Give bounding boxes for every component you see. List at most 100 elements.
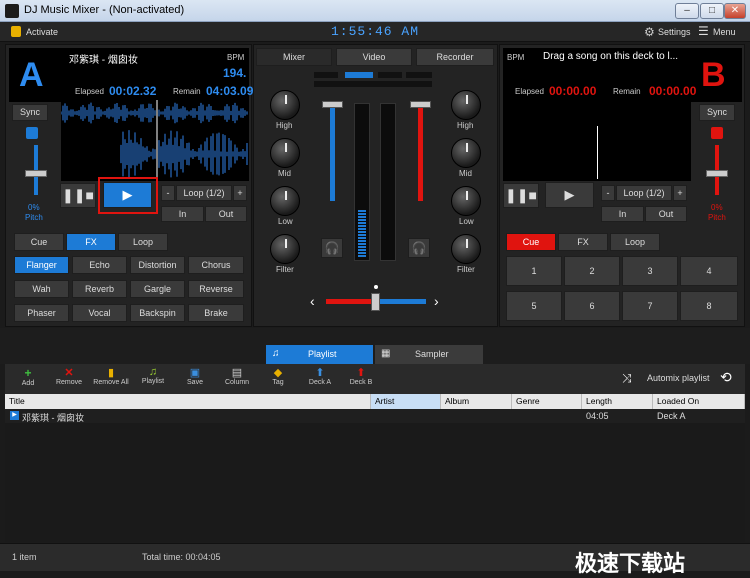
fx-button[interactable]: Flanger [14,256,69,274]
tab-recorder[interactable]: Recorder [416,48,494,66]
fx-button[interactable]: Brake [188,304,244,322]
column-header-title[interactable]: Title [5,394,371,409]
deck-a-loop-button[interactable]: Loop (1/2) [176,185,232,201]
fx-button[interactable]: Distortion [130,256,185,274]
table-row[interactable]: ▶ 邓紫琪 - 烟囱妆 04:05 Deck A [5,409,745,423]
deck-b-tab-loop[interactable]: Loop [610,233,660,251]
deck-b-tab-cue[interactable]: Cue [506,233,556,251]
deck-a-lock-icon[interactable] [26,127,38,139]
cue-pad[interactable]: 8 [680,291,738,321]
deck-b-pitch-handle[interactable] [706,170,728,177]
cue-pad[interactable]: 2 [564,256,620,286]
deck-a-tab-cue[interactable]: Cue [14,233,64,251]
fx-button[interactable]: Vocal [72,304,127,322]
deck-b-filter-knob[interactable] [451,234,481,264]
settings-button[interactable]: Settings [658,27,691,37]
fx-button[interactable]: Wah [14,280,69,298]
maximize-button[interactable]: □ [700,3,724,19]
deck-a-out-button[interactable]: Out [205,206,247,222]
close-button[interactable]: ✕ [724,3,746,19]
tag-button[interactable]: ◆ Tag [258,366,298,386]
crossfader-right-icon[interactable]: › [434,293,439,309]
deck-b-sync-button[interactable]: Sync [699,104,735,121]
watermark-text: 极速下载站 [575,552,686,577]
save-button[interactable]: ▣ Save [175,366,215,386]
tab-mixer[interactable]: Mixer [256,48,332,66]
cue-pad[interactable]: 5 [506,291,562,321]
deck-a-waveform[interactable] [61,100,249,181]
fx-button[interactable]: Gargle [130,280,185,298]
deck-b-load-button[interactable]: ⬆ Deck B [341,366,381,386]
column-header-album[interactable]: Album [441,394,512,409]
deck-a-tab-fx[interactable]: FX [66,233,116,251]
row-length: 04:05 [586,411,609,421]
remove-all-button[interactable]: ▮ Remove All [91,366,131,386]
deck-a-display: A 邓紫琪 - 烟囱妆 BPM 194. Elapsed 00:02.32 Re… [9,48,253,102]
activate-button[interactable]: Activate [26,27,58,37]
column-header-length[interactable]: Length [582,394,653,409]
deck-a-volume-fader[interactable] [330,103,335,201]
fx-button[interactable]: Chorus [188,256,244,274]
deck-b-loop-plus-button[interactable]: + [673,185,687,201]
remove-button[interactable]: ✕ Remove [49,366,89,386]
fx-button[interactable]: Backspin [130,304,185,322]
column-button[interactable]: ▤ Column [217,366,257,386]
deck-b-play-button[interactable]: ▶ [545,182,594,208]
minimize-button[interactable]: – [675,3,699,19]
menu-button[interactable]: Menu [713,27,736,37]
deck-b-volume-handle[interactable] [410,101,431,108]
deck-b-headphones-icon[interactable]: 🎧 [408,238,430,258]
deck-b-tab-fx[interactable]: FX [558,233,608,251]
deck-a-high-knob[interactable] [270,90,300,120]
deck-a-play-button[interactable]: ▶ [103,182,152,208]
crossfader-left-track[interactable] [326,299,374,304]
deck-a-volume-handle[interactable] [322,101,343,108]
deck-a-loop-plus-button[interactable]: + [233,185,247,201]
tab-sampler[interactable]: ▦ Sampler [375,345,483,364]
deck-b-pause-stop-button[interactable]: ❚❚■ [503,183,539,208]
deck-a-mid-knob[interactable] [270,138,300,168]
automix-button[interactable]: Automix playlist [647,373,710,383]
deck-a-loop-minus-button[interactable]: - [161,185,175,201]
deck-b-high-knob[interactable] [451,90,481,120]
cue-pad[interactable]: 6 [564,291,620,321]
deck-b-lock-icon[interactable] [711,127,723,139]
column-header-loaded-on[interactable]: Loaded On [653,394,745,409]
crossfader-handle[interactable] [371,293,380,311]
tab-sampler-label: Sampler [415,349,449,359]
cue-pad[interactable]: 3 [622,256,678,286]
deck-a-headphones-icon[interactable]: 🎧 [321,238,343,258]
add-button[interactable]: + Add [8,366,48,387]
deck-a-pause-stop-button[interactable]: ❚❚■ [60,183,96,208]
fx-button[interactable]: Reverse [188,280,244,298]
deck-b-waveform[interactable] [503,100,691,181]
deck-b-loop-button[interactable]: Loop (1/2) [616,185,672,201]
deck-a-low-knob[interactable] [270,186,300,216]
cue-pad[interactable]: 7 [622,291,678,321]
cue-pad[interactable]: 4 [680,256,738,286]
deck-a-pitch-handle[interactable] [25,170,47,177]
cue-pad[interactable]: 1 [506,256,562,286]
tab-video[interactable]: Video [336,48,412,66]
deck-a-filter-knob[interactable] [270,234,300,264]
deck-b-mid-knob[interactable] [451,138,481,168]
tab-playlist[interactable]: ♫ Playlist [266,345,373,364]
column-header-genre[interactable]: Genre [512,394,582,409]
crossfader-right-track[interactable] [378,299,426,304]
deck-a-in-button[interactable]: In [161,206,204,222]
deck-b-loop-minus-button[interactable]: - [601,185,615,201]
deck-a-tab-loop[interactable]: Loop [118,233,168,251]
fx-button[interactable]: Reverb [72,280,127,298]
column-header-artist[interactable]: Artist [371,394,441,409]
fx-button[interactable]: Echo [72,256,127,274]
fx-button[interactable]: Phaser [14,304,69,322]
playlist-button[interactable]: ♫ Playlist [133,366,173,385]
crossfader-left-icon[interactable]: ‹ [310,293,315,309]
deck-b-low-knob[interactable] [451,186,481,216]
deck-a-load-button[interactable]: ⬆ Deck A [300,366,340,386]
deck-b-in-button[interactable]: In [601,206,644,222]
deck-a-sync-button[interactable]: Sync [12,104,48,121]
repeat-icon[interactable]: ⟲ [720,369,732,386]
deck-b-volume-fader[interactable] [418,103,423,201]
deck-b-out-button[interactable]: Out [645,206,687,222]
